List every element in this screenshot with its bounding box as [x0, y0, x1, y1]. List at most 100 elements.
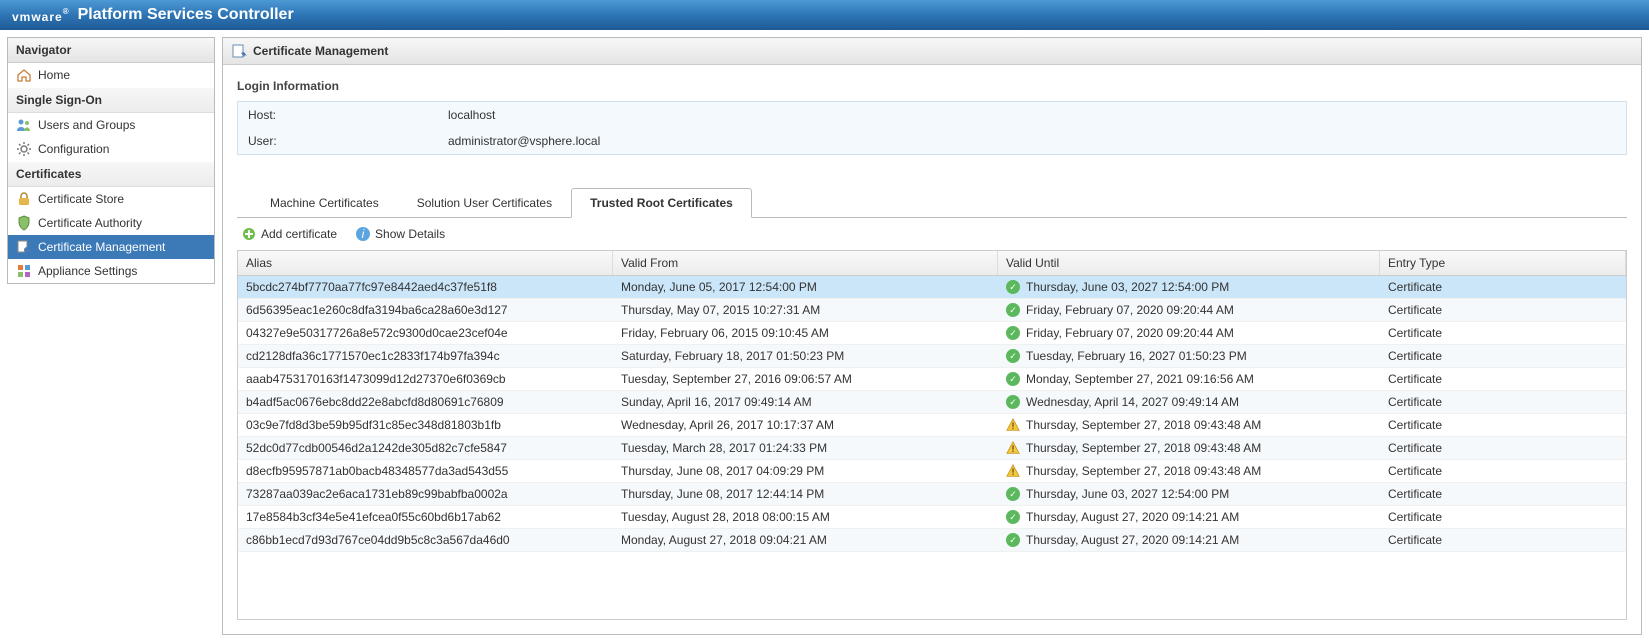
cell-valid-until: ✓Friday, February 07, 2020 09:20:44 AM — [998, 299, 1380, 321]
cell-valid-until: Thursday, September 27, 2018 09:43:48 AM — [998, 460, 1380, 482]
cell-entry-type: Certificate — [1380, 299, 1626, 321]
main-content: Certificate Management Login Information… — [222, 30, 1649, 642]
cell-valid-until: ✓Thursday, June 03, 2027 12:54:00 PM — [998, 276, 1380, 298]
cell-valid-from: Monday, August 27, 2018 09:04:21 AM — [613, 529, 998, 551]
check-icon: ✓ — [1006, 395, 1020, 409]
show-details-button[interactable]: i Show Details — [355, 226, 445, 242]
check-icon: ✓ — [1006, 372, 1020, 386]
show-details-label: Show Details — [375, 227, 445, 241]
cell-alias: c86bb1ecd7d93d767ce04dd9b5c8c3a567da46d0 — [238, 529, 613, 551]
warning-icon — [1006, 464, 1020, 478]
cell-entry-type: Certificate — [1380, 345, 1626, 367]
grid-toolbar: Add certificate i Show Details — [237, 218, 1627, 250]
nav-item-users-groups[interactable]: Users and Groups — [8, 113, 214, 137]
check-icon: ✓ — [1006, 326, 1020, 340]
cell-valid-from: Friday, February 06, 2015 09:10:45 AM — [613, 322, 998, 344]
cell-valid-until: ✓Thursday, June 03, 2027 12:54:00 PM — [998, 483, 1380, 505]
tab-2[interactable]: Trusted Root Certificates — [571, 188, 752, 218]
warning-icon — [1006, 441, 1020, 455]
nav-item-cert-authority[interactable]: Certificate Authority — [8, 211, 214, 235]
app-header: vmware® Platform Services Controller — [0, 0, 1649, 30]
gear-icon — [16, 141, 32, 157]
table-row[interactable]: 5bcdc274bf7770aa77fc97e8442aed4c37fe51f8… — [238, 276, 1626, 299]
host-value: localhost — [448, 108, 495, 122]
nav-item-cert-mgmt[interactable]: Certificate Management — [8, 235, 214, 259]
check-icon: ✓ — [1006, 349, 1020, 363]
lock-icon — [16, 191, 32, 207]
cell-valid-from: Monday, June 05, 2017 12:54:00 PM — [613, 276, 998, 298]
cell-alias: 04327e9e50317726a8e572c9300d0cae23cef04e — [238, 322, 613, 344]
nav-item-cert-store[interactable]: Certificate Store — [8, 187, 214, 211]
cell-entry-type: Certificate — [1380, 276, 1626, 298]
table-row[interactable]: 52dc0d77cdb00546d2a1242de305d82c7cfe5847… — [238, 437, 1626, 460]
table-row[interactable]: 17e8584b3cf34e5e41efcea0f55c60bd6b17ab62… — [238, 506, 1626, 529]
nav-item-label: Certificate Management — [38, 240, 165, 254]
app-title: Platform Services Controller — [78, 6, 294, 24]
cell-valid-from: Tuesday, March 28, 2017 01:24:33 PM — [613, 437, 998, 459]
cell-valid-from: Wednesday, April 26, 2017 10:17:37 AM — [613, 414, 998, 436]
cell-alias: 5bcdc274bf7770aa77fc97e8442aed4c37fe51f8 — [238, 276, 613, 298]
table-row[interactable]: 73287aa039ac2e6aca1731eb89c99babfba0002a… — [238, 483, 1626, 506]
nav-item-label: Certificate Authority — [38, 216, 142, 230]
vmware-logo: vmware® — [12, 5, 70, 26]
table-row[interactable]: cd2128dfa36c1771570ec1c2833f174b97fa394c… — [238, 345, 1626, 368]
home-icon — [16, 67, 32, 83]
cell-entry-type: Certificate — [1380, 460, 1626, 482]
tab-0[interactable]: Machine Certificates — [251, 188, 398, 218]
info-icon: i — [355, 226, 371, 242]
navigator-sidebar: Navigator Home Single Sign-OnUsers and G… — [0, 30, 222, 642]
col-valid-from[interactable]: Valid From — [613, 251, 998, 275]
cell-alias: cd2128dfa36c1771570ec1c2833f174b97fa394c — [238, 345, 613, 367]
nav-home-label: Home — [38, 68, 70, 82]
user-label: User: — [248, 134, 448, 148]
cell-alias: 03c9e7fd8d3be59b95df31c85ec348d81803b1fb — [238, 414, 613, 436]
check-icon: ✓ — [1006, 487, 1020, 501]
cell-alias: b4adf5ac0676ebc8dd22e8abcfd8d80691c76809 — [238, 391, 613, 413]
table-row[interactable]: 03c9e7fd8d3be59b95df31c85ec348d81803b1fb… — [238, 414, 1626, 437]
table-row[interactable]: aaab4753170163f1473099d12d27370e6f0369cb… — [238, 368, 1626, 391]
nav-item-label: Users and Groups — [38, 118, 135, 132]
cert-icon — [231, 43, 247, 59]
cell-entry-type: Certificate — [1380, 437, 1626, 459]
cell-valid-until: Thursday, September 27, 2018 09:43:48 AM — [998, 437, 1380, 459]
tab-1[interactable]: Solution User Certificates — [398, 188, 571, 218]
host-label: Host: — [248, 108, 448, 122]
cell-entry-type: Certificate — [1380, 368, 1626, 390]
cell-valid-from: Thursday, June 08, 2017 04:09:29 PM — [613, 460, 998, 482]
cell-valid-until: ✓Tuesday, February 16, 2027 01:50:23 PM — [998, 345, 1380, 367]
table-row[interactable]: c86bb1ecd7d93d767ce04dd9b5c8c3a567da46d0… — [238, 529, 1626, 552]
table-row[interactable]: b4adf5ac0676ebc8dd22e8abcfd8d80691c76809… — [238, 391, 1626, 414]
cell-alias: 73287aa039ac2e6aca1731eb89c99babfba0002a — [238, 483, 613, 505]
cell-entry-type: Certificate — [1380, 322, 1626, 344]
col-alias[interactable]: Alias — [238, 251, 613, 275]
users-icon — [16, 117, 32, 133]
col-entry-type[interactable]: Entry Type — [1380, 251, 1626, 275]
login-info-label: Login Information — [237, 79, 1627, 93]
nav-item-label: Appliance Settings — [38, 264, 137, 278]
login-info-box: Host: localhost User: administrator@vsph… — [237, 101, 1627, 155]
cell-valid-from: Sunday, April 16, 2017 09:49:14 AM — [613, 391, 998, 413]
check-icon: ✓ — [1006, 280, 1020, 294]
cell-alias: aaab4753170163f1473099d12d27370e6f0369cb — [238, 368, 613, 390]
shield-icon — [16, 215, 32, 231]
certificates-grid: Alias Valid From Valid Until Entry Type … — [237, 250, 1627, 620]
cell-entry-type: Certificate — [1380, 414, 1626, 436]
cell-valid-until: ✓Thursday, August 27, 2020 09:14:21 AM — [998, 506, 1380, 528]
cell-entry-type: Certificate — [1380, 483, 1626, 505]
grid-header: Alias Valid From Valid Until Entry Type — [238, 251, 1626, 276]
warning-icon — [1006, 418, 1020, 432]
add-certificate-button[interactable]: Add certificate — [241, 226, 337, 242]
col-valid-until[interactable]: Valid Until — [998, 251, 1380, 275]
nav-home[interactable]: Home — [8, 63, 214, 87]
table-row[interactable]: d8ecfb95957871ab0bacb48348577da3ad543d55… — [238, 460, 1626, 483]
cell-entry-type: Certificate — [1380, 391, 1626, 413]
check-icon: ✓ — [1006, 533, 1020, 547]
nav-item-appliance[interactable]: Appliance Settings — [8, 259, 214, 283]
cell-alias: 17e8584b3cf34e5e41efcea0f55c60bd6b17ab62 — [238, 506, 613, 528]
table-row[interactable]: 04327e9e50317726a8e572c9300d0cae23cef04e… — [238, 322, 1626, 345]
grid-icon — [16, 263, 32, 279]
table-row[interactable]: 6d56395eac1e260c8dfa3194ba6ca28a60e3d127… — [238, 299, 1626, 322]
svg-text:i: i — [362, 227, 365, 241]
plus-icon — [241, 226, 257, 242]
nav-item-configuration[interactable]: Configuration — [8, 137, 214, 161]
